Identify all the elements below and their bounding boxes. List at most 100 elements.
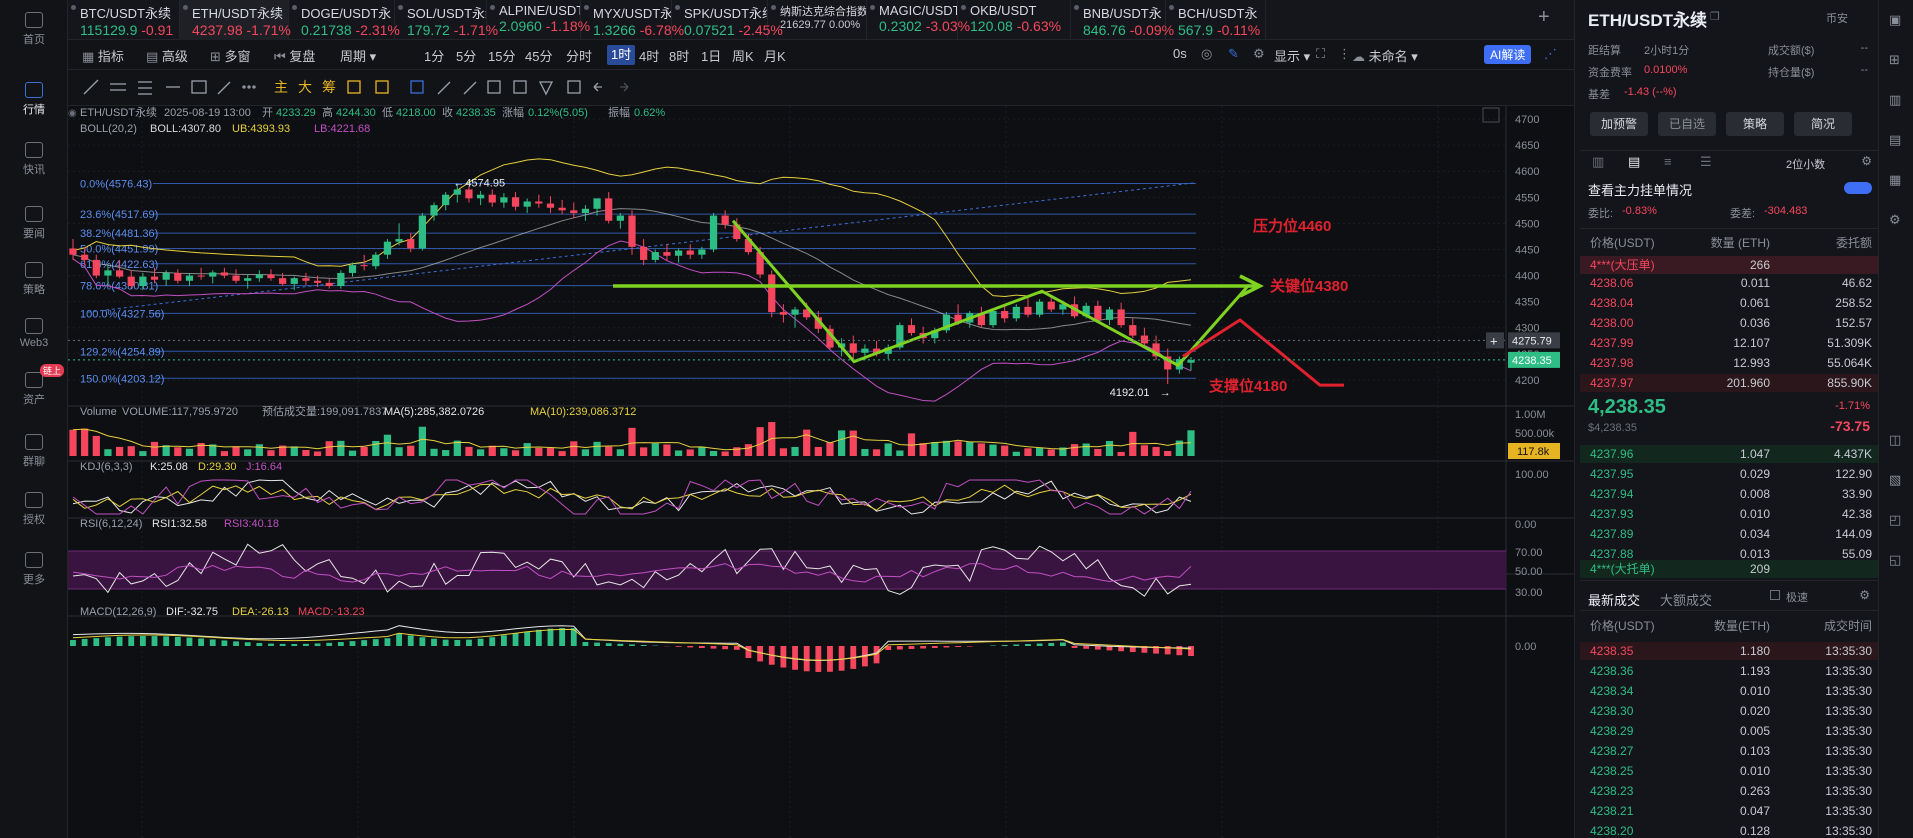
interval-2[interactable]: 15分	[488, 46, 515, 65]
book-row[interactable]: 4237.93 0.010 42.38	[1580, 505, 1880, 523]
hline-tool-icon[interactable]	[110, 83, 126, 91]
interval-0[interactable]: 1分	[424, 46, 444, 65]
rectangle-tool-icon[interactable]	[191, 80, 207, 94]
ticker-tab[interactable]: BNB/USDT永 846.76 -0.09%	[1071, 0, 1174, 40]
fast-checkbox[interactable]	[1770, 590, 1780, 600]
nav-item-1[interactable]: 行情	[0, 82, 68, 117]
interval-10[interactable]: 月K	[764, 46, 786, 65]
main-indicator-tab[interactable]: 主	[274, 79, 288, 95]
dots-tool-icon[interactable]	[242, 85, 256, 89]
ticker-tab[interactable]: OKB/USDT 120.08 -0.63%	[958, 0, 1071, 40]
nav-item-7[interactable]: 群聊	[0, 434, 68, 469]
more-options-icon[interactable]: ⋮	[1338, 46, 1351, 62]
book-layout-icon-3[interactable]: ☰	[1700, 154, 1712, 170]
undo-icon[interactable]	[593, 82, 602, 92]
redo-icon[interactable]	[620, 82, 629, 92]
book-row[interactable]: 4***(大压单) 266	[1580, 256, 1880, 274]
ticker-tab[interactable]: 纳斯达克综合指数 21629.77 0.00%	[768, 0, 867, 40]
ticker-tab[interactable]: MYX/USDT永 1.3266 -6.78%	[581, 0, 684, 40]
book-row[interactable]: 4237.96 1.047 4.437K	[1580, 445, 1880, 463]
multi-window-button[interactable]: ⊞ 多窗	[210, 46, 251, 65]
settings-icon[interactable]: ⚙	[1861, 154, 1872, 168]
book-row[interactable]: 4237.98 12.993 55.064K	[1580, 354, 1880, 372]
settings-icon[interactable]: ⚙	[1859, 588, 1870, 602]
tool-strip-icon-1[interactable]: ⊞	[1889, 52, 1900, 68]
tool-strip-icon-7[interactable]: ▧	[1889, 472, 1901, 488]
magnet-icon[interactable]	[487, 80, 501, 94]
filter-icon[interactable]	[538, 81, 554, 96]
precision-dropdown[interactable]: 2位小数	[1786, 156, 1825, 172]
ticker-tab[interactable]: ALPINE/USDT 2.0960 -1.18%	[487, 0, 590, 40]
tool-strip-icon-3[interactable]: ▤	[1889, 132, 1901, 148]
book-row[interactable]: 4238.20 0.128 13:35:30	[1580, 822, 1880, 838]
share-icon[interactable]: ⋰	[1544, 46, 1557, 62]
interval-6[interactable]: 4时	[639, 46, 659, 65]
book-row[interactable]: 4237.99 12.107 51.309K	[1580, 334, 1880, 352]
interval-9[interactable]: 周K	[732, 46, 754, 65]
nav-item-9[interactable]: 更多	[0, 552, 68, 587]
tool-strip-icon-4[interactable]: ▦	[1889, 172, 1901, 188]
book-row[interactable]: 4237.94 0.008 33.90	[1580, 485, 1880, 503]
advanced-button[interactable]: ▤ 高级	[146, 46, 188, 65]
interval-1[interactable]: 5分	[456, 46, 476, 65]
parallel-tool-icon[interactable]	[138, 81, 152, 95]
brush-tool-icon[interactable]	[217, 81, 231, 95]
book-row[interactable]: 4238.25 0.010 13:35:30	[1580, 762, 1880, 780]
layout-name-dropdown[interactable]: ☁ 未命名 ▾	[1352, 46, 1418, 65]
nav-item-2[interactable]: 快讯	[0, 142, 68, 177]
nav-item-3[interactable]: 要闻	[0, 206, 68, 241]
book-row[interactable]: 价格(USDT) 数量(ETH) 成交时间	[1580, 617, 1880, 635]
ruler-icon[interactable]	[463, 81, 477, 95]
book-row[interactable]: 4238.04 0.061 258.52	[1580, 294, 1880, 312]
period-dropdown[interactable]: 周期 ▾	[340, 46, 376, 65]
trendline-tool-icon[interactable]	[83, 79, 99, 95]
fullscreen-icon[interactable]: ⛶	[1316, 46, 1325, 62]
lock-icon[interactable]	[513, 80, 527, 94]
tool-strip-icon-5[interactable]: ⚙	[1889, 212, 1901, 228]
big-trades-tab[interactable]: 大额成交	[1660, 590, 1712, 609]
tool-strip-icon-0[interactable]: ▣	[1889, 12, 1901, 28]
ticker-tab[interactable]: ETH/USDT永续 4237.98 -1.71%	[180, 0, 291, 40]
tool-strip-icon-6[interactable]: ◫	[1889, 432, 1901, 448]
tool-strip-icon-9[interactable]: ◱	[1889, 552, 1901, 568]
display-dropdown[interactable]: 显示 ▾	[1274, 46, 1310, 65]
book-layout-icon-2[interactable]: ≡	[1664, 154, 1672, 169]
ticker-tab[interactable]: SOL/USDT永续179.72 -1.71%	[395, 0, 498, 40]
replay-button[interactable]: ⏮ 复盘	[274, 46, 315, 65]
book-row[interactable]: 4237.89 0.034 144.09	[1580, 525, 1880, 543]
ticker-tab[interactable]: DOGE/USDT永 0.21738 -2.31%	[289, 0, 400, 40]
ai-interpret-button[interactable]: AI解读	[1484, 45, 1532, 64]
copy-icon[interactable]	[410, 80, 424, 94]
nav-item-6[interactable]: 链上 资产	[0, 364, 68, 407]
chip-indicator-tab[interactable]: 筹	[322, 79, 336, 95]
nav-item-8[interactable]: 授权	[0, 492, 68, 527]
trades-tab[interactable]: 最新成交	[1588, 590, 1640, 609]
book-row[interactable]: 价格(USDT) 数量 (ETH) 委托额	[1580, 234, 1880, 252]
book-row[interactable]: 4238.27 0.103 13:35:30	[1580, 742, 1880, 760]
book-row[interactable]: 4***(大托单) 209	[1580, 560, 1880, 578]
camera-icon[interactable]: ◎	[1201, 46, 1212, 62]
settings-icon[interactable]: ⚙	[1253, 46, 1265, 62]
nav-item-5[interactable]: Web3	[0, 318, 68, 349]
draw-icon-a[interactable]	[347, 80, 361, 94]
panel-button-0[interactable]: 加预警	[1590, 112, 1648, 136]
interval-7[interactable]: 8时	[669, 46, 689, 65]
add-tab-button[interactable]: +	[1538, 6, 1550, 29]
book-row[interactable]: 4237.97 201.960 855.90K	[1580, 374, 1880, 392]
book-row[interactable]: 4238.29 0.005 13:35:30	[1580, 722, 1880, 740]
book-row[interactable]: 4238.06 0.011 46.62	[1580, 274, 1880, 292]
candlestick-chart[interactable]: 0.0%(4576.43) 23.6%(4517.69) 38.2%(4481.36…	[68, 106, 1574, 838]
copy-icon[interactable]: ❐	[1710, 10, 1720, 23]
ticker-tab[interactable]: SPK/USDT永续 0.07521 -2.45%	[672, 0, 783, 40]
ticker-tab[interactable]: BCH/USDT永 567.9 -0.11%	[1166, 0, 1266, 40]
trash-icon[interactable]	[567, 80, 581, 94]
book-layout-icon-0[interactable]: ▥	[1592, 154, 1604, 170]
eye-icon[interactable]: ◉	[68, 108, 77, 119]
nav-item-4[interactable]: 策略	[0, 262, 68, 297]
draw-icon-b[interactable]	[375, 80, 389, 94]
book-row[interactable]: 4238.30 0.020 13:35:30	[1580, 702, 1880, 720]
book-row[interactable]: 4238.36 1.193 13:35:30	[1580, 662, 1880, 680]
whale-toggle[interactable]	[1844, 182, 1872, 194]
interval-3[interactable]: 45分	[525, 46, 552, 65]
book-row[interactable]: 4238.00 0.036 152.57	[1580, 314, 1880, 332]
